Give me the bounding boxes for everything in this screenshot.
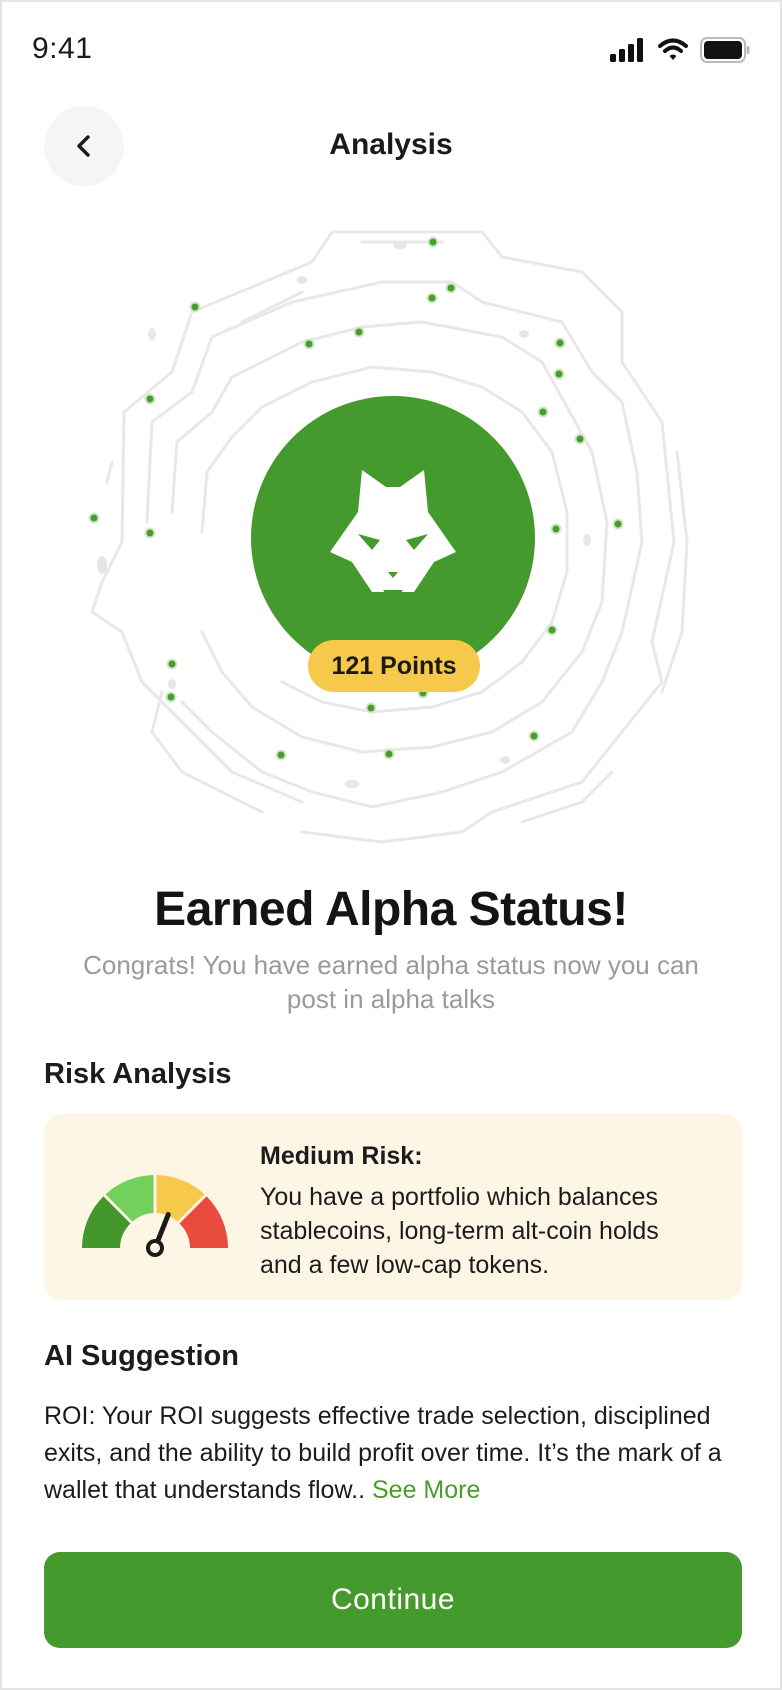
status-headline: Earned Alpha Status! [154, 883, 628, 936]
circuit-rings-decoration [88, 230, 689, 844]
analysis-screen: 9:41 Analysis 121 Points Earned Alpha St… [0, 0, 782, 1690]
ai-suggestion-text: ROI: Your ROI suggests effective trade s… [44, 1398, 744, 1509]
risk-level-label: Medium Risk: [260, 1142, 423, 1170]
status-icons [610, 36, 750, 64]
risk-card: Medium Risk: You have a portfolio which … [44, 1114, 742, 1300]
continue-button[interactable]: Continue [44, 1552, 742, 1648]
hero-illustration [62, 212, 722, 862]
wifi-icon [658, 38, 688, 60]
status-time: 9:41 [32, 32, 93, 65]
signal-icon [610, 38, 643, 62]
battery-icon [700, 37, 750, 63]
see-more-link[interactable]: See More [372, 1476, 480, 1504]
ai-section-title: AI Suggestion [44, 1340, 239, 1372]
risk-section-title: Risk Analysis [44, 1058, 232, 1090]
page-title: Analysis [329, 128, 453, 161]
status-subtext: Congrats! You have earned alpha status n… [83, 950, 699, 1014]
risk-gauge-icon [82, 1175, 228, 1257]
risk-description: You have a portfolio which balances stab… [260, 1183, 659, 1279]
points-badge: 121 Points [308, 640, 480, 692]
